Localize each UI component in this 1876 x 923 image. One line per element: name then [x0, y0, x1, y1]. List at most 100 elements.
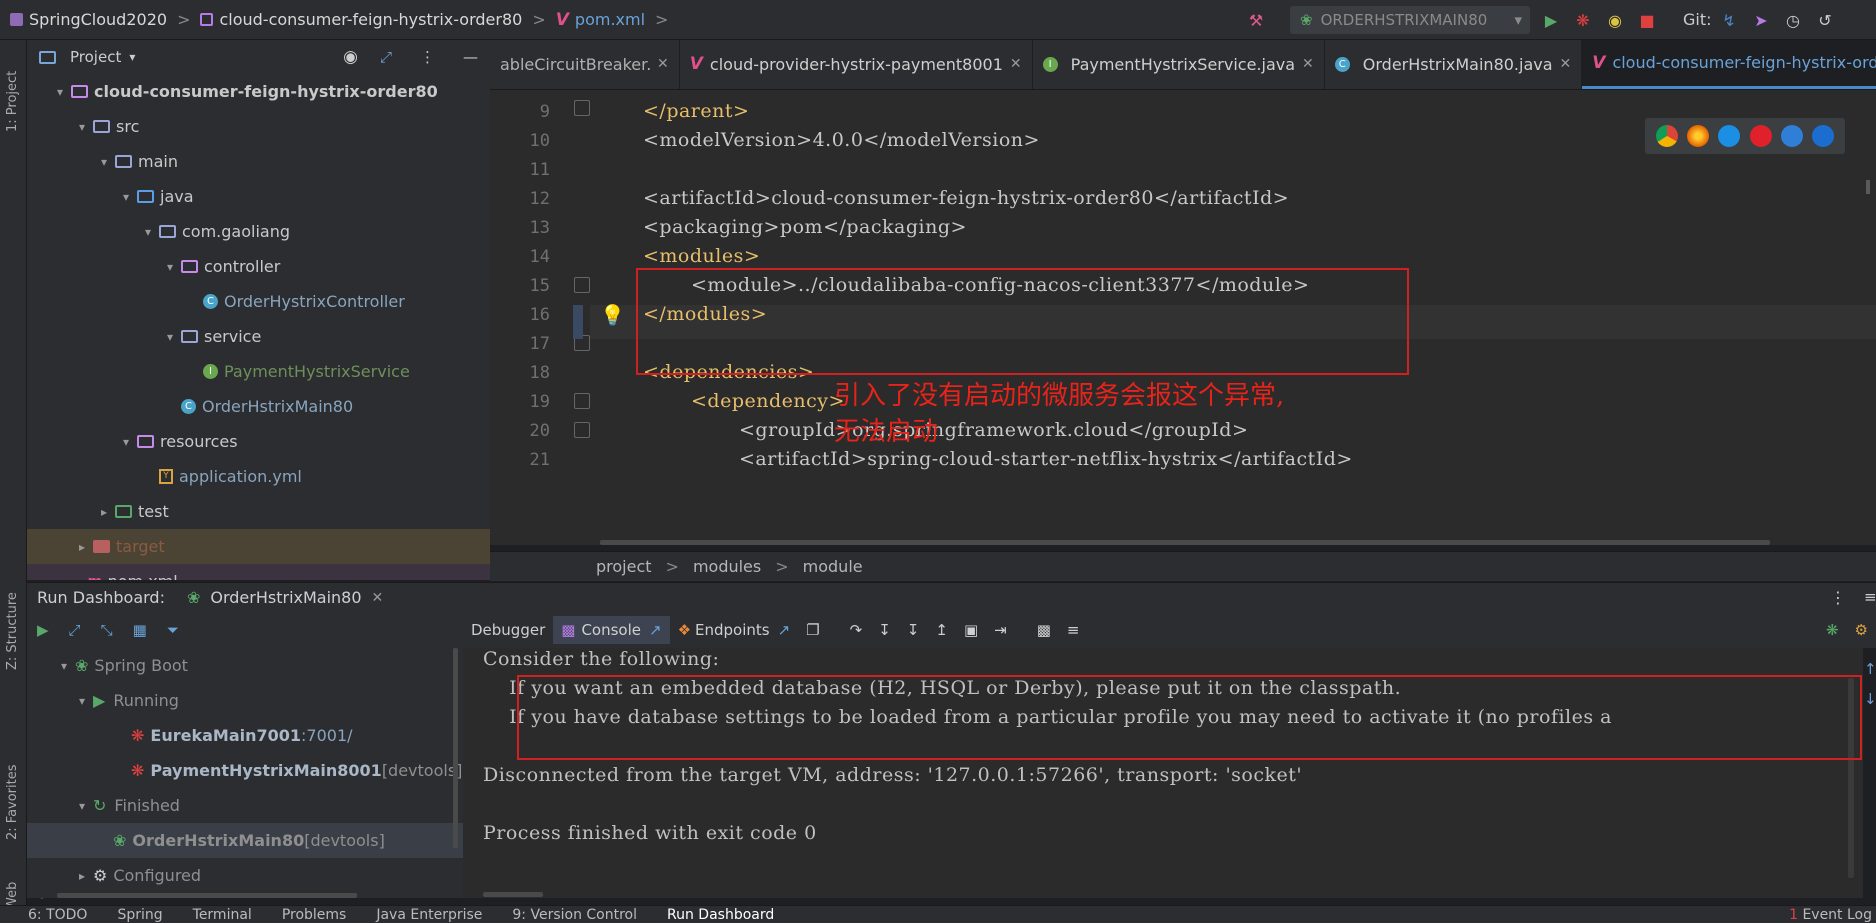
event-log[interactable]: 1 Event Log	[1789, 907, 1872, 923]
run-dashboard-config-tab[interactable]: OrderHstrixMain80	[210, 588, 361, 607]
tree-item[interactable]: ▾ controller	[27, 249, 490, 284]
editor-h-scrollbar[interactable]	[600, 540, 1770, 545]
tab-circuit-breaker-class[interactable]: ableCircuitBreaker.class ✕	[490, 40, 680, 89]
fold-marker-icon[interactable]	[574, 100, 590, 116]
collapse-all-icon[interactable]: ⤡	[101, 621, 113, 639]
breadcrumb-project[interactable]: SpringCloud2020	[29, 10, 167, 29]
chevron-down-icon[interactable]: ▾	[57, 85, 71, 99]
drop-frame-icon[interactable]: ▣	[956, 616, 986, 644]
fold-marker-icon[interactable]	[574, 277, 590, 293]
tool-terminal[interactable]: Terminal	[193, 907, 252, 923]
tree-item[interactable]: ▸ test	[27, 494, 490, 529]
tree-item[interactable]: ▾ com.gaoliang	[27, 214, 490, 249]
tool-version-control[interactable]: 9: Version Control	[512, 907, 637, 923]
project-panel-title[interactable]: Project	[70, 48, 121, 66]
tree-item[interactable]: C OrderHystrixController	[27, 284, 490, 319]
tree-h-scrollbar[interactable]	[57, 893, 357, 898]
force-step-into-icon[interactable]: ↧	[899, 616, 928, 644]
tree-item[interactable]: ▾ cloud-consumer-feign-hystrix-order80	[27, 74, 490, 109]
ie-icon[interactable]	[1780, 125, 1803, 147]
history-icon[interactable]: ◷	[1782, 9, 1804, 31]
chevron-down-icon[interactable]: ▾	[123, 435, 137, 449]
tool-window-project[interactable]: 1: Project	[5, 71, 20, 132]
layout-icon[interactable]: ❐	[798, 616, 827, 644]
chevron-down-icon[interactable]: ▾	[145, 225, 159, 239]
tree-item[interactable]: ▾ service	[27, 319, 490, 354]
trace-icon[interactable]: ≡	[1059, 616, 1088, 644]
chevron-right-icon[interactable]: ▸	[79, 869, 93, 883]
chrome-icon[interactable]	[1655, 125, 1678, 147]
tool-run-dashboard[interactable]: Run Dashboard	[667, 907, 774, 923]
run-to-cursor-icon[interactable]: ⇥	[986, 616, 1015, 644]
tree-item-payment[interactable]: ❋ PaymentHystrixMain8001 [devtools] :800	[27, 753, 467, 788]
group-by-icon[interactable]: ▦	[133, 621, 147, 639]
tree-item-running[interactable]: ▾ ▶ Running	[27, 683, 467, 718]
locate-icon[interactable]: ◉	[343, 47, 358, 67]
editor-scrollbar[interactable]	[1866, 180, 1870, 194]
tab-order-main[interactable]: C OrderHstrixMain80.java ✕	[1325, 40, 1583, 89]
pin-arrow-icon[interactable]: ↗	[778, 621, 791, 639]
tool-spring[interactable]: Spring	[117, 907, 162, 923]
scroll-down-icon[interactable]: ↓	[1864, 690, 1876, 708]
tool-todo[interactable]: 6: TODO	[28, 907, 87, 923]
chevron-down-icon[interactable]: ▾	[79, 799, 93, 813]
tab-consumer-pom[interactable]: V cloud-consumer-feign-hystrix-order80 ✕	[1582, 40, 1876, 89]
opera-icon[interactable]	[1749, 125, 1772, 147]
step-over-icon[interactable]: ↷	[842, 616, 871, 644]
edge-icon[interactable]	[1812, 125, 1835, 147]
breadcrumb-project[interactable]: project	[596, 557, 652, 576]
tree-v-scrollbar[interactable]	[453, 648, 458, 848]
lightbulb-icon[interactable]: 💡	[600, 303, 625, 327]
git-push-icon[interactable]: ➤	[1750, 9, 1772, 31]
console-h-scrollbar[interactable]	[483, 892, 543, 897]
tree-item-spring-boot[interactable]: ▾ ❀ Spring Boot	[27, 648, 467, 683]
fold-marker-icon[interactable]	[574, 422, 590, 438]
run-config-select[interactable]: ❀ ORDERHSTRIXMAIN80 ▾	[1290, 6, 1530, 34]
tree-item[interactable]: I PaymentHystrixService	[27, 354, 490, 389]
breadcrumb-file[interactable]: pom.xml	[575, 10, 645, 29]
step-out-icon[interactable]: ↥	[927, 616, 956, 644]
chevron-down-icon[interactable]: ▾	[79, 694, 93, 708]
tab-endpoints[interactable]: ❖ Endpoints ↗	[670, 616, 799, 644]
chevron-right-icon[interactable]: ▸	[101, 505, 115, 519]
tree-item[interactable]: ▾ resources	[27, 424, 490, 459]
chevron-down-icon[interactable]: ▾	[167, 260, 181, 274]
run-icon[interactable]: ▶	[37, 621, 49, 639]
chevron-right-icon[interactable]: ▸	[79, 540, 93, 554]
chevron-down-icon[interactable]: ▾	[129, 50, 135, 64]
tree-item[interactable]: Yapplication.yml	[27, 459, 490, 494]
more-icon[interactable]: ⋮	[420, 48, 435, 66]
stop-icon[interactable]: ■	[1636, 9, 1658, 31]
tree-item[interactable]: m pom.xml	[27, 564, 490, 580]
tab-provider-payment[interactable]: V cloud-provider-hystrix-payment8001 ✕	[680, 40, 1033, 89]
close-icon[interactable]: ✕	[657, 56, 669, 72]
expand-all-icon[interactable]: ⤢	[69, 621, 81, 639]
tool-window-favorites[interactable]: 2: Favorites	[5, 764, 20, 840]
tree-item-configured[interactable]: ▸ ⚙ Configured	[27, 858, 467, 893]
git-update-icon[interactable]: ↯	[1718, 9, 1740, 31]
tree-item[interactable]: C OrderHstrixMain80	[27, 389, 490, 424]
tool-problems[interactable]: Problems	[282, 907, 347, 923]
build-hammer-icon[interactable]: ⚒	[1245, 9, 1267, 31]
collapse-icon[interactable]: ⤢	[380, 48, 392, 66]
pin-arrow-icon[interactable]: ↗	[649, 621, 662, 639]
fold-marker-icon[interactable]	[574, 393, 590, 409]
tool-window-structure[interactable]: Z: Structure	[5, 592, 20, 670]
close-icon[interactable]: ✕	[1560, 56, 1572, 72]
gear-icon[interactable]: ⚙	[1847, 616, 1876, 644]
chevron-down-icon[interactable]: ▾	[123, 190, 137, 204]
breadcrumb-module[interactable]: cloud-consumer-feign-hystrix-order80	[219, 10, 522, 29]
step-into-icon[interactable]: ↧	[870, 616, 899, 644]
breadcrumb-module[interactable]: module	[803, 557, 863, 576]
breadcrumb-modules[interactable]: modules	[693, 557, 761, 576]
tree-item[interactable]: ▾ main	[27, 144, 490, 179]
tab-payment-service[interactable]: I PaymentHystrixService.java ✕	[1033, 40, 1325, 89]
tree-item[interactable]: ▾ java	[27, 179, 490, 214]
minimize-icon[interactable]: —	[463, 48, 478, 66]
tab-console[interactable]: ▩ Console ↗	[553, 616, 670, 644]
coverage-icon[interactable]: ◉	[1604, 9, 1626, 31]
run-icon[interactable]: ▶	[1540, 9, 1562, 31]
tree-item-order[interactable]: ❀ OrderHstrixMain80 [devtools]	[27, 823, 467, 858]
evaluate-icon[interactable]: ▩	[1029, 616, 1059, 644]
debug-icon[interactable]: ❋	[1572, 9, 1594, 31]
